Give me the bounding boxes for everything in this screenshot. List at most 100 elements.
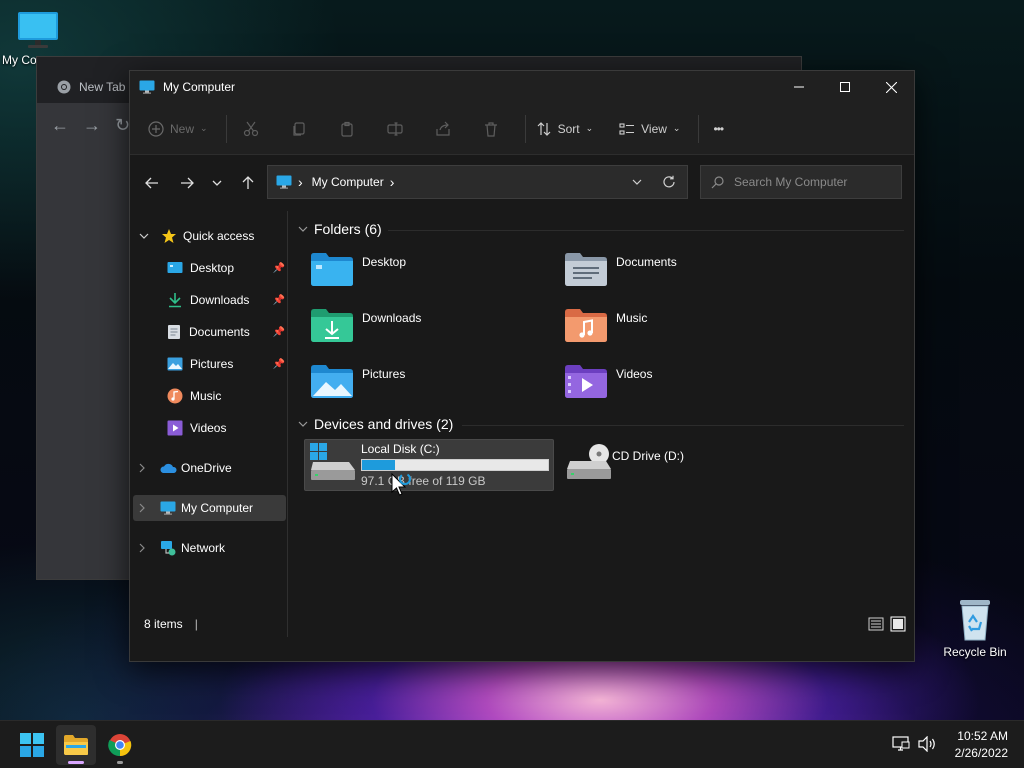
view-label: View bbox=[641, 121, 667, 136]
recent-locations-button[interactable] bbox=[204, 168, 230, 198]
large-icons-view-button[interactable] bbox=[890, 616, 906, 632]
forward-arrow-icon[interactable]: → bbox=[83, 115, 101, 136]
sidebar-item-label: Quick access bbox=[183, 229, 255, 243]
monitor-icon bbox=[18, 12, 58, 48]
sidebar-item-documents[interactable]: Documents 📌 bbox=[167, 319, 285, 345]
sidebar-item-music[interactable]: Music bbox=[167, 383, 285, 409]
copy-button[interactable] bbox=[275, 113, 323, 145]
navigation-pane: Quick access Desktop 📌 Downloads 📌 Docum… bbox=[130, 211, 288, 637]
sidebar-item-network[interactable]: Network bbox=[139, 535, 279, 561]
pin-icon: 📌 bbox=[272, 294, 285, 306]
star-icon bbox=[162, 229, 176, 243]
more-icon: ••• bbox=[713, 121, 724, 136]
drive-usage-fill bbox=[362, 460, 396, 470]
more-options-button[interactable]: ••• bbox=[713, 121, 724, 136]
file-explorer-window[interactable]: My Computer New ⌄ Sort ⌄ View ⌄ ••• › My… bbox=[129, 70, 915, 662]
sidebar-item-my-computer[interactable]: My Computer bbox=[139, 495, 279, 521]
rename-button[interactable] bbox=[371, 113, 419, 145]
pin-icon: 📌 bbox=[272, 326, 285, 338]
folder-label: Desktop bbox=[362, 255, 407, 269]
up-button[interactable] bbox=[230, 168, 265, 198]
folders-section-header[interactable]: Folders (6) bbox=[298, 221, 382, 237]
drive-tile-cd-drive-d[interactable]: CD Drive (D:) bbox=[564, 439, 784, 491]
delete-button[interactable] bbox=[467, 113, 515, 145]
folder-tile-downloads[interactable]: Downloads bbox=[310, 307, 530, 343]
chevron-down-icon: ⌄ bbox=[585, 123, 594, 133]
sidebar-item-label: Videos bbox=[190, 421, 227, 435]
close-button[interactable] bbox=[868, 71, 914, 103]
new-button[interactable]: New ⌄ bbox=[148, 120, 208, 137]
maximize-button[interactable] bbox=[822, 71, 868, 103]
cloud-icon bbox=[160, 463, 177, 473]
back-arrow-icon bbox=[144, 177, 158, 189]
drive-tile-local-disk-c[interactable]: Local Disk (C:) 97.1 GB free of 119 GB bbox=[304, 439, 554, 491]
network-status-icon[interactable] bbox=[892, 736, 910, 755]
folder-tile-videos[interactable]: Videos bbox=[564, 363, 784, 399]
share-button[interactable] bbox=[419, 113, 467, 145]
document-icon bbox=[168, 325, 180, 339]
address-dropdown-button[interactable] bbox=[625, 166, 649, 198]
breadcrumb-separator[interactable]: › bbox=[298, 174, 303, 190]
sidebar-item-onedrive[interactable]: OneDrive bbox=[139, 455, 279, 481]
volume-icon[interactable] bbox=[918, 735, 936, 755]
folder-tile-documents[interactable]: Documents bbox=[564, 251, 784, 287]
sidebar-item-downloads[interactable]: Downloads 📌 bbox=[167, 287, 285, 313]
sidebar-item-label: Network bbox=[181, 541, 226, 555]
details-view-icon bbox=[868, 617, 884, 631]
cut-button[interactable] bbox=[227, 113, 275, 145]
view-button[interactable]: View ⌄ bbox=[619, 121, 680, 137]
folder-label: Documents bbox=[616, 255, 677, 269]
folder-tile-desktop[interactable]: Desktop bbox=[310, 251, 530, 287]
view-list-icon bbox=[619, 122, 635, 135]
downloads-folder-icon bbox=[311, 309, 353, 342]
reload-icon[interactable]: ↻ bbox=[115, 115, 130, 136]
maximize-icon bbox=[840, 82, 850, 92]
desktop-folder-icon bbox=[167, 262, 183, 273]
chevron-down-icon bbox=[298, 421, 308, 427]
title-bar[interactable]: My Computer bbox=[130, 71, 914, 103]
breadcrumb-chevron[interactable]: › bbox=[390, 174, 395, 190]
address-bar[interactable]: › My Computer › bbox=[267, 165, 688, 199]
paste-button[interactable] bbox=[323, 113, 371, 145]
folder-label: Videos bbox=[616, 367, 653, 381]
back-button[interactable] bbox=[134, 168, 169, 198]
taskbar-file-explorer[interactable] bbox=[56, 725, 96, 765]
breadcrumb-my-computer[interactable]: My Computer bbox=[312, 175, 384, 189]
chevron-right-icon bbox=[139, 543, 145, 553]
details-view-button[interactable] bbox=[868, 616, 884, 632]
minimize-button[interactable] bbox=[776, 71, 822, 103]
new-label: New bbox=[170, 121, 195, 136]
scissors-icon bbox=[243, 121, 258, 136]
desktop-icon-recycle-bin[interactable]: Recycle Bin bbox=[940, 596, 1010, 659]
refresh-icon bbox=[663, 175, 675, 188]
section-divider bbox=[462, 425, 904, 426]
chrome-tab-title: New Tab bbox=[79, 80, 126, 94]
sidebar-item-desktop[interactable]: Desktop 📌 bbox=[167, 255, 285, 281]
system-clock[interactable]: 10:52 AM 2/26/2022 bbox=[955, 728, 1008, 762]
forward-button[interactable] bbox=[169, 168, 204, 198]
sort-button[interactable]: Sort ⌄ bbox=[536, 121, 594, 137]
sidebar-item-videos[interactable]: Videos bbox=[167, 415, 285, 441]
monitor-icon bbox=[139, 80, 155, 94]
refresh-button[interactable] bbox=[657, 166, 681, 198]
folder-tile-pictures[interactable]: Pictures bbox=[310, 363, 530, 399]
folder-tile-music[interactable]: Music bbox=[564, 307, 784, 343]
drives-section-header[interactable]: Devices and drives (2) bbox=[298, 416, 453, 432]
recycle-bin-icon bbox=[960, 600, 990, 641]
search-box[interactable]: Search My Computer bbox=[700, 165, 902, 199]
back-arrow-icon[interactable]: ← bbox=[51, 115, 69, 136]
sidebar-item-quick-access[interactable]: Quick access bbox=[139, 223, 279, 249]
desktop-icon-label: Recycle Bin bbox=[943, 645, 1007, 659]
start-button[interactable] bbox=[12, 725, 52, 765]
drive-name: Local Disk (C:) bbox=[361, 442, 440, 456]
toolbar-divider bbox=[524, 114, 526, 143]
taskbar-chrome[interactable] bbox=[100, 725, 140, 765]
clock-date: 2/26/2022 bbox=[954, 746, 1008, 760]
sidebar-item-pictures[interactable]: Pictures 📌 bbox=[167, 351, 285, 377]
pictures-folder-icon bbox=[311, 365, 353, 398]
folder-label: Music bbox=[616, 311, 648, 325]
search-input[interactable]: Search My Computer bbox=[734, 175, 847, 189]
chevron-right-icon bbox=[139, 503, 145, 513]
section-title: Folders (6) bbox=[314, 221, 382, 237]
videos-folder-icon bbox=[565, 365, 607, 398]
